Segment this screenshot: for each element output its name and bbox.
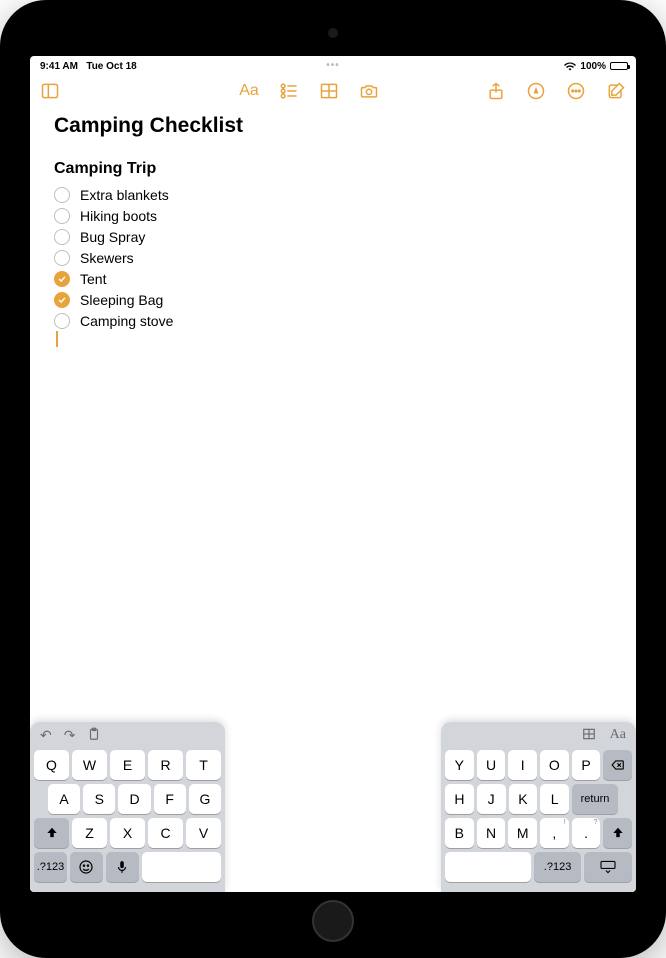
wifi-icon (564, 62, 576, 71)
shift-key[interactable] (34, 818, 69, 848)
key-o[interactable]: O (540, 750, 569, 780)
home-button[interactable] (312, 900, 354, 942)
table-button[interactable] (319, 81, 339, 101)
space-key[interactable] (142, 852, 221, 882)
dictation-key[interactable] (106, 852, 139, 882)
more-button[interactable] (566, 81, 586, 101)
hide-keyboard-key[interactable] (584, 852, 632, 882)
battery-percent: 100% (580, 61, 606, 72)
key-x[interactable]: X (110, 818, 145, 848)
status-time: 9:41 AM (40, 61, 78, 72)
key-m[interactable]: M (508, 818, 537, 848)
compose-button[interactable] (606, 81, 626, 101)
checklist-item-label[interactable]: Bug Spray (80, 229, 145, 245)
checklist-item[interactable]: Sleeping Bag (54, 289, 612, 310)
key-q[interactable]: Q (34, 750, 69, 780)
status-left: 9:41 AM Tue Oct 18 (40, 61, 137, 72)
key-e[interactable]: E (110, 750, 145, 780)
cursor-line[interactable] (54, 331, 612, 347)
checklist-item-label[interactable]: Tent (80, 271, 106, 287)
emoji-key[interactable] (70, 852, 103, 882)
key-k[interactable]: K (509, 784, 538, 814)
key-f[interactable]: F (154, 784, 186, 814)
checklist-item-label[interactable]: Sleeping Bag (80, 292, 163, 308)
key-v[interactable]: V (186, 818, 221, 848)
status-right: 100% (564, 61, 628, 72)
key-i[interactable]: I (508, 750, 537, 780)
checklist-item-label[interactable]: Extra blankets (80, 187, 169, 203)
sidebar-toggle-button[interactable] (40, 81, 60, 101)
key-j[interactable]: J (477, 784, 506, 814)
redo-icon[interactable]: ↷ (64, 727, 76, 744)
key-l[interactable]: L (540, 784, 569, 814)
key-p[interactable]: P (572, 750, 601, 780)
symbols-key[interactable]: .?123 (534, 852, 582, 882)
key-r[interactable]: R (148, 750, 183, 780)
text-caret (56, 331, 58, 347)
format-button[interactable]: Aa (239, 81, 259, 101)
checkbox-unchecked-icon[interactable] (54, 250, 70, 266)
checklist-item-label[interactable]: Hiking boots (80, 208, 157, 224)
checklist-item-label[interactable]: Skewers (80, 250, 134, 266)
multitask-dots-icon[interactable]: ••• (326, 60, 340, 71)
checklist-button[interactable] (279, 81, 299, 101)
notes-toolbar: Aa (30, 74, 636, 108)
return-key[interactable]: return (572, 784, 618, 814)
format-shortcut-icon[interactable]: Aa (610, 727, 626, 743)
key-u[interactable]: U (477, 750, 506, 780)
checkbox-unchecked-icon[interactable] (54, 313, 70, 329)
camera-button[interactable] (359, 81, 379, 101)
symbols-key[interactable]: .?123 (34, 852, 67, 882)
markup-button[interactable] (526, 81, 546, 101)
shift-key[interactable] (603, 818, 632, 848)
keyboard-shortcut-bar-left: ↶ ↷ (30, 722, 225, 748)
key-b[interactable]: B (445, 818, 474, 848)
space-key[interactable] (445, 852, 531, 882)
checklist-item[interactable]: Extra blankets (54, 184, 612, 205)
checklist-item[interactable]: Hiking boots (54, 205, 612, 226)
key-t[interactable]: T (186, 750, 221, 780)
key-n[interactable]: N (477, 818, 506, 848)
key-w[interactable]: W (72, 750, 107, 780)
device-camera (328, 28, 338, 38)
key-c[interactable]: C (148, 818, 183, 848)
key-h[interactable]: H (445, 784, 474, 814)
checkbox-unchecked-icon[interactable] (54, 229, 70, 245)
ipad-device: 9:41 AM Tue Oct 18 ••• 100% Aa (0, 0, 666, 958)
table-shortcut-icon[interactable] (582, 727, 596, 744)
keyboard-left: ↶ ↷ QWERT ASDFG ZXCV .?123 (30, 722, 225, 892)
backspace-key[interactable] (603, 750, 632, 780)
key-a[interactable]: A (48, 784, 80, 814)
keyboard-shortcut-bar-right: Aa (441, 722, 636, 748)
checklist-item[interactable]: Bug Spray (54, 226, 612, 247)
checkbox-checked-icon[interactable] (54, 292, 70, 308)
checklist[interactable]: Extra blankets Hiking boots Bug Spray Skewe… (54, 184, 612, 331)
checklist-item[interactable]: Camping stove (54, 310, 612, 331)
checkbox-unchecked-icon[interactable] (54, 187, 70, 203)
share-button[interactable] (486, 81, 506, 101)
checklist-item[interactable]: Skewers (54, 247, 612, 268)
key-,[interactable]: ,! (540, 818, 569, 848)
note-heading[interactable]: Camping Trip (54, 160, 612, 178)
screen: 9:41 AM Tue Oct 18 ••• 100% Aa (30, 56, 636, 892)
key-z[interactable]: Z (72, 818, 107, 848)
status-date: Tue Oct 18 (86, 61, 136, 72)
key-y[interactable]: Y (445, 750, 474, 780)
key-d[interactable]: D (118, 784, 150, 814)
battery-icon (610, 62, 628, 70)
checkbox-unchecked-icon[interactable] (54, 208, 70, 224)
checkbox-checked-icon[interactable] (54, 271, 70, 287)
checklist-item-label[interactable]: Camping stove (80, 313, 173, 329)
key-.[interactable]: .? (572, 818, 601, 848)
note-title[interactable]: Camping Checklist (54, 114, 612, 138)
checklist-item[interactable]: Tent (54, 268, 612, 289)
status-bar: 9:41 AM Tue Oct 18 ••• 100% (30, 56, 636, 74)
key-g[interactable]: G (189, 784, 221, 814)
undo-icon[interactable]: ↶ (40, 727, 52, 744)
key-s[interactable]: S (83, 784, 115, 814)
keyboard-right: Aa YUIOP HJKLreturn BNM,!.? .?123 (441, 722, 636, 892)
clipboard-icon[interactable] (87, 727, 101, 744)
